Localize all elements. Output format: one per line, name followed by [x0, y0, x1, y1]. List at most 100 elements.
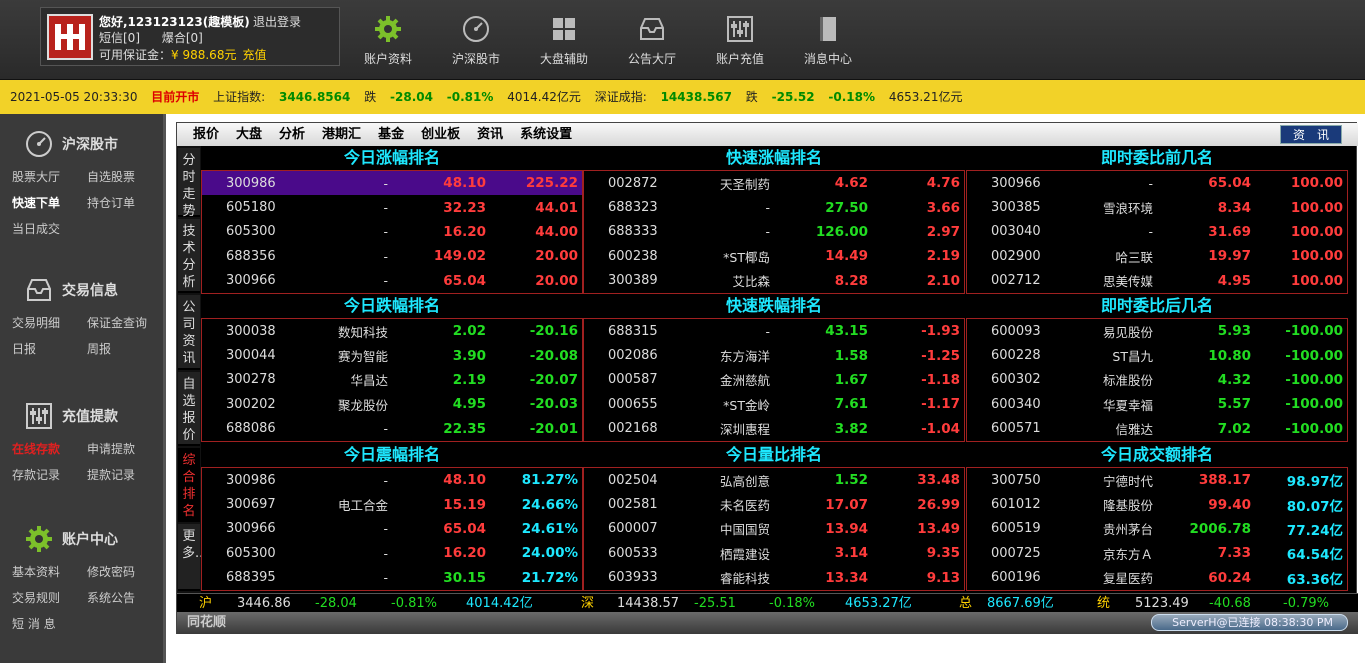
table-row[interactable]: 605300 - 16.20 24.00%: [202, 541, 582, 565]
menu-item[interactable]: 系统设置: [520, 127, 572, 142]
sidebar-link[interactable]: 当日成交: [12, 216, 87, 242]
quote-window: 报价 大盘 分析 港期汇 基金 创业板 资讯 系统设置 资 讯 分时走势 技术分析 公司资讯 自选报…: [176, 122, 1358, 634]
vertical-tab[interactable]: 更多..: [178, 524, 203, 591]
table-row[interactable]: 600571 信雅达 7.02 -100.00: [967, 417, 1347, 441]
sidebar-section-header[interactable]: 沪深股市: [0, 124, 166, 164]
table-row[interactable]: 603933 睿能科技 13.34 9.13: [584, 566, 964, 590]
sidebar-link[interactable]: 存款记录: [12, 462, 87, 488]
top-nav-item[interactable]: 沪深股市: [436, 14, 516, 67]
sidebar-link[interactable]: 周报: [87, 336, 162, 362]
table-row[interactable]: 000725 京东方Ａ 7.33 64.54亿: [967, 541, 1347, 565]
table-row[interactable]: 300038 数知科技 2.02 -20.16: [202, 319, 582, 343]
sidebar-section-header[interactable]: 账户中心: [0, 519, 166, 559]
top-nav-item[interactable]: 消息中心: [788, 14, 868, 67]
table-row[interactable]: 601012 隆基股份 99.40 80.07亿: [967, 492, 1347, 516]
stock-price: 16.20: [443, 545, 486, 562]
table-row[interactable]: 300986 - 48.10 81.27%: [202, 468, 582, 492]
sidebar-link[interactable]: 日报: [12, 336, 87, 362]
table-row[interactable]: 600238 *ST椰岛 14.49 2.19: [584, 244, 964, 268]
table-row[interactable]: 002168 深圳惠程 3.82 -1.04: [584, 417, 964, 441]
logout-link[interactable]: 退出登录: [253, 13, 301, 30]
table-row[interactable]: 688323 - 27.50 3.66: [584, 195, 964, 219]
table-row[interactable]: 300278 华昌达 2.19 -20.07: [202, 368, 582, 392]
table-row[interactable]: 688333 - 126.00 2.97: [584, 220, 964, 244]
table-row[interactable]: 600302 标准股份 4.32 -100.00: [967, 368, 1347, 392]
sidebar-link[interactable]: 修改密码: [87, 559, 162, 585]
top-nav-item[interactable]: 公告大厅: [612, 14, 692, 67]
sidebar-section-header[interactable]: 充值提款: [0, 396, 166, 436]
sidebar-link[interactable]: 在线存款: [12, 436, 87, 462]
table-row[interactable]: 600093 易见股份 5.93 -100.00: [967, 319, 1347, 343]
gear-icon: [348, 14, 428, 44]
sidebar-link[interactable]: 基本资料: [12, 559, 87, 585]
stock-price: 149.02: [433, 248, 486, 265]
top-nav-item[interactable]: 账户资料: [348, 14, 428, 67]
vertical-tab[interactable]: 公司资讯: [178, 295, 200, 370]
table-row[interactable]: 605300 - 16.20 44.00: [202, 220, 582, 244]
menu-item[interactable]: 基金: [378, 127, 404, 142]
sidebar-link[interactable]: 快速下单: [12, 190, 87, 216]
table-row[interactable]: 600533 栖霞建设 3.14 9.35: [584, 541, 964, 565]
table-row[interactable]: 002900 哈三联 19.97 100.00: [967, 244, 1347, 268]
menu-item[interactable]: 资讯: [477, 127, 503, 142]
table-row[interactable]: 300389 艾比森 8.28 2.10: [584, 269, 964, 293]
table-row[interactable]: 688356 - 149.02 20.00: [202, 244, 582, 268]
sms-count[interactable]: 短信[0]: [99, 31, 140, 45]
vertical-tab[interactable]: 技术分析: [178, 219, 200, 293]
sidebar-link[interactable]: 保证金查询: [87, 310, 162, 336]
sidebar-section-header[interactable]: 交易信息: [0, 270, 166, 310]
menu-item[interactable]: 分析: [279, 127, 305, 142]
top-nav-item[interactable]: 账户充值: [700, 14, 780, 67]
table-row[interactable]: 000587 金洲慈航 1.67 -1.18: [584, 368, 964, 392]
sidebar-link[interactable]: 申请提款: [87, 436, 162, 462]
table-row[interactable]: 000655 *ST金岭 7.61 -1.17: [584, 392, 964, 416]
table-row[interactable]: 300044 赛为智能 3.90 -20.08: [202, 343, 582, 367]
sidebar-link[interactable]: 系统公告: [87, 585, 162, 611]
table-row[interactable]: 605180 - 32.23 44.01: [202, 195, 582, 219]
vertical-tab[interactable]: 分时走势: [178, 148, 200, 219]
top-nav-item[interactable]: 大盘辅助: [524, 14, 604, 67]
server-status[interactable]: ServerH@已连接 08:38:30 PM: [1151, 614, 1348, 631]
menu-item[interactable]: 港期汇: [322, 127, 361, 142]
sidebar-link[interactable]: 提款记录: [87, 462, 162, 488]
sidebar-link[interactable]: 股票大厅: [12, 164, 87, 190]
menu-item[interactable]: 报价: [193, 127, 219, 142]
table-row[interactable]: 300966 - 65.04 100.00: [967, 171, 1347, 195]
table-row[interactable]: 002712 思美传媒 4.95 100.00: [967, 269, 1347, 293]
table-row[interactable]: 600196 复星医药 60.24 63.36亿: [967, 566, 1347, 590]
recharge-link[interactable]: 充值: [242, 48, 266, 62]
menu-item[interactable]: 大盘: [236, 127, 262, 142]
table-row[interactable]: 300385 雪浪环境 8.34 100.00: [967, 195, 1347, 219]
table-row[interactable]: 600340 华夏幸福 5.57 -100.00: [967, 392, 1347, 416]
table-row[interactable]: 600007 中国国贸 13.94 13.49: [584, 517, 964, 541]
table-row[interactable]: 600228 ST昌九 10.80 -100.00: [967, 343, 1347, 367]
table-row[interactable]: 002504 弘高创意 1.52 33.48: [584, 468, 964, 492]
ranking-panel: 今日成交额排名 300750 宁德时代 388.17 98.97亿 601012 隆基股份 9…: [966, 443, 1348, 591]
sidebar-link[interactable]: 持仓订单: [87, 190, 162, 216]
vertical-tab[interactable]: 综合排名: [178, 448, 200, 522]
vertical-tab[interactable]: 自选报价: [178, 372, 200, 446]
table-row[interactable]: 688086 - 22.35 -20.01: [202, 417, 582, 441]
table-row[interactable]: 002872 天圣制药 4.62 4.76: [584, 171, 964, 195]
table-row[interactable]: 300986 - 48.10 225.22: [202, 171, 582, 196]
table-row[interactable]: 300202 聚龙股份 4.95 -20.03: [202, 392, 582, 416]
table-row[interactable]: 003040 - 31.69 100.00: [967, 220, 1347, 244]
sidebar-link[interactable]: 交易规则: [12, 585, 87, 611]
news-button[interactable]: 资 讯: [1280, 125, 1342, 144]
sidebar-link[interactable]: 交易明细: [12, 310, 87, 336]
table-row[interactable]: 300697 电工合金 15.19 24.66%: [202, 492, 582, 516]
table-row[interactable]: 300750 宁德时代 388.17 98.97亿: [967, 468, 1347, 492]
menu-item[interactable]: 创业板: [421, 127, 460, 142]
table-row[interactable]: 688395 - 30.15 21.72%: [202, 566, 582, 590]
table-row[interactable]: 300966 - 65.04 24.61%: [202, 517, 582, 541]
stock-metric: -20.01: [529, 420, 578, 437]
table-row[interactable]: 688315 - 43.15 -1.93: [584, 319, 964, 343]
sidebar-link[interactable]: 短 消 息: [12, 611, 87, 637]
table-row[interactable]: 002086 东方海洋 1.58 -1.25: [584, 343, 964, 367]
table-row[interactable]: 300966 - 65.04 20.00: [202, 269, 582, 293]
stock-name: -: [383, 224, 388, 240]
sidebar-link[interactable]: 自选股票: [87, 164, 162, 190]
table-row[interactable]: 002581 未名医药 17.07 26.99: [584, 492, 964, 516]
blast-count[interactable]: 爆合[0]: [162, 31, 203, 45]
table-row[interactable]: 600519 贵州茅台 2006.78 77.24亿: [967, 517, 1347, 541]
